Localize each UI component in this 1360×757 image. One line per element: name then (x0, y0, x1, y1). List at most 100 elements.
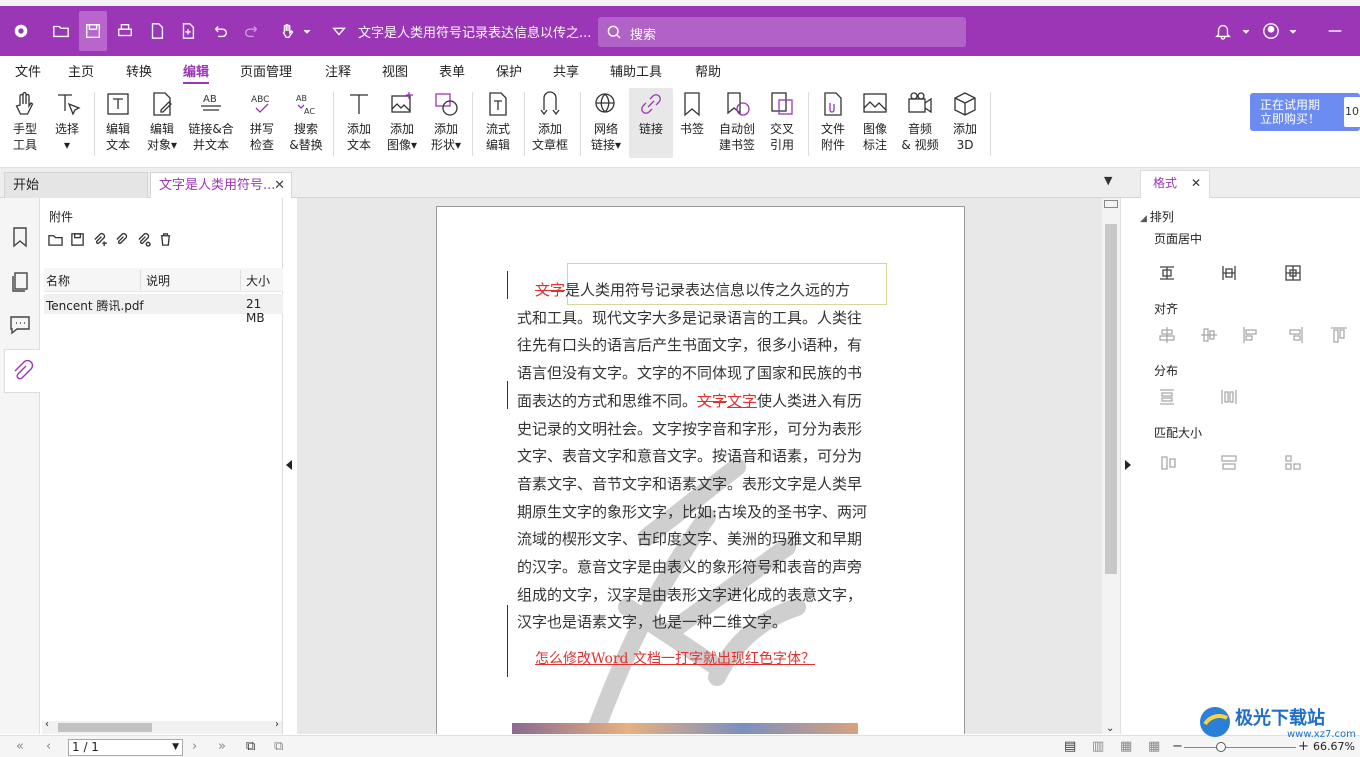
menu-help[interactable]: 帮助 (695, 61, 721, 80)
add-image-button[interactable]: 添加 图像▾ (380, 88, 424, 153)
left-panel-splitter[interactable] (283, 198, 297, 734)
close-format-icon[interactable]: ✕ (1191, 171, 1201, 195)
page-dropdown-icon[interactable]: ▼ (172, 740, 179, 755)
next-page-icon[interactable]: › (192, 739, 197, 754)
zoom-in-icon[interactable]: + (1298, 739, 1309, 754)
menu-file[interactable]: 文件 (15, 61, 41, 80)
tab-list-dropdown-icon[interactable]: ▼ (1104, 174, 1112, 187)
menu-convert[interactable]: 转换 (126, 61, 152, 80)
audio-video-button[interactable]: 音频 & 视频 (897, 88, 943, 153)
tab-document[interactable]: 文字是人类用符号... ✕ (150, 172, 292, 198)
cross-reference-button[interactable]: 交叉 引用 (760, 88, 804, 153)
last-page-icon[interactable]: » (218, 739, 226, 754)
distribute-vertical-icon[interactable] (1158, 388, 1176, 406)
continuous-page-icon[interactable]: ▥ (1092, 739, 1104, 754)
select-tool-button[interactable]: 选择 ▾ (45, 88, 89, 153)
bell-icon[interactable] (1212, 20, 1234, 42)
redo-icon[interactable] (241, 20, 263, 42)
previous-page-icon[interactable]: ‹ (46, 739, 51, 754)
match-height-icon[interactable] (1220, 454, 1238, 472)
match-both-icon[interactable] (1284, 454, 1302, 472)
continuous-facing-icon[interactable]: ▦ (1148, 739, 1160, 754)
menu-comment[interactable]: 注释 (325, 61, 351, 80)
minimize-icon[interactable] (1324, 20, 1346, 42)
bell-dropdown-icon[interactable] (1235, 20, 1257, 42)
zoom-level[interactable]: 66.67% (1313, 740, 1355, 753)
center-vertical-icon[interactable] (1220, 264, 1238, 282)
comments-panel-icon[interactable] (8, 312, 32, 336)
add-textbox-button[interactable]: 添加 文章框 (528, 88, 572, 153)
scroll-down-icon[interactable]: ⌄ (1106, 723, 1114, 734)
add-3d-button[interactable]: 添加 3D (943, 88, 987, 153)
link-button[interactable]: 链接 (629, 88, 673, 158)
horizontal-scrollbar[interactable]: ‹ › (42, 719, 282, 734)
collapse-left-icon[interactable] (286, 460, 292, 470)
create-icon[interactable] (177, 20, 199, 42)
image-annotation-button[interactable]: 图像 标注 (853, 88, 897, 153)
align-right-icon[interactable] (1286, 326, 1304, 344)
single-page-icon[interactable]: ▤ (1064, 739, 1076, 754)
align-center-icon[interactable] (1158, 326, 1176, 344)
menu-page-manage[interactable]: 页面管理 (240, 61, 292, 80)
menu-share[interactable]: 共享 (553, 61, 579, 80)
center-horizontal-icon[interactable] (1158, 264, 1176, 282)
column-name[interactable]: 名称 (46, 272, 70, 289)
center-both-icon[interactable] (1284, 264, 1302, 282)
zoom-out-icon[interactable]: − (1172, 739, 1183, 754)
vertical-scrollbar[interactable]: ⌄ (1102, 198, 1120, 734)
next-view-icon[interactable]: ⧉ (274, 739, 283, 754)
auto-bookmark-button[interactable]: 自动创 建书签 (713, 88, 761, 153)
column-description[interactable]: 说明 (146, 272, 170, 289)
trial-buy-button[interactable]: 正在试用期 立即购买！ 10 (1250, 93, 1360, 131)
bookmark-button[interactable]: 书签 (670, 88, 714, 137)
table-row[interactable]: Tencent 腾讯.pdf 21 MB (44, 294, 283, 325)
match-width-icon[interactable] (1160, 454, 1178, 472)
menu-home[interactable]: 主页 (68, 61, 94, 80)
web-link-button[interactable]: 网络 链接▾ (584, 88, 628, 153)
link-merge-text-button[interactable]: AB 链接&合 并文本 (185, 88, 237, 153)
zoom-slider[interactable] (1184, 742, 1296, 752)
search-input[interactable]: 搜索 (598, 17, 966, 47)
chevron-down-icon[interactable] (296, 20, 318, 42)
scroll-thumb[interactable] (58, 723, 152, 732)
attach-file-icon[interactable] (114, 232, 129, 247)
bookmarks-panel-icon[interactable] (8, 225, 32, 249)
tab-format[interactable]: 格式 ✕ (1140, 170, 1210, 198)
right-panel-splitter[interactable] (1120, 198, 1134, 734)
document-view[interactable]: 文字是人类用符号记录表达信息以传之久远的方 式和工具。现代文字大多是记录语言的工… (297, 198, 1102, 734)
dropdown-triangle-icon[interactable] (328, 20, 350, 42)
edit-object-button[interactable]: 编辑 对象▾ (140, 88, 184, 153)
pages-panel-icon[interactable] (8, 270, 32, 294)
account-icon[interactable] (1260, 20, 1282, 42)
first-page-icon[interactable]: « (16, 739, 24, 754)
new-doc-icon[interactable] (146, 20, 168, 42)
file-attachment-button[interactable]: 文件 附件 (811, 88, 855, 153)
account-dropdown-icon[interactable] (1282, 20, 1304, 42)
facing-page-icon[interactable]: ▦ (1120, 739, 1132, 754)
spell-check-button[interactable]: ABC 拼写 检查 (240, 88, 284, 153)
align-top-icon[interactable] (1330, 326, 1348, 344)
zoom-slider-knob[interactable] (1216, 742, 1226, 752)
distribute-horizontal-icon[interactable] (1220, 388, 1238, 406)
close-tab-icon[interactable]: ✕ (274, 173, 285, 199)
align-middle-icon[interactable] (1200, 326, 1218, 344)
open-attachment-icon[interactable] (48, 232, 63, 247)
previous-view-icon[interactable]: ⧉ (246, 739, 255, 754)
app-logo-icon[interactable] (10, 20, 32, 42)
add-text-button[interactable]: 添加 文本 (337, 88, 381, 153)
open-folder-icon[interactable] (50, 20, 72, 42)
red-question-link[interactable]: 怎么修改Word 文档一打字就出现红色字体？ (535, 648, 855, 668)
hand-tool-button[interactable]: 手型 工具 (3, 88, 47, 153)
search-replace-button[interactable]: AB AC 搜索 &替换 (284, 88, 328, 153)
menu-accessibility[interactable]: 辅助工具 (610, 61, 662, 80)
scroll-thumb[interactable] (1105, 224, 1117, 574)
scroll-left-icon[interactable]: ‹ (45, 719, 49, 730)
menu-view[interactable]: 视图 (382, 61, 408, 80)
menu-protect[interactable]: 保护 (496, 61, 522, 80)
print-icon[interactable] (114, 20, 136, 42)
delete-attachment-icon[interactable] (158, 232, 173, 247)
align-left-icon[interactable] (1242, 326, 1260, 344)
column-size[interactable]: 大小 (246, 272, 270, 289)
flow-edit-button[interactable]: 流式 编辑 (476, 88, 520, 153)
page-split-icon[interactable] (1104, 200, 1118, 208)
